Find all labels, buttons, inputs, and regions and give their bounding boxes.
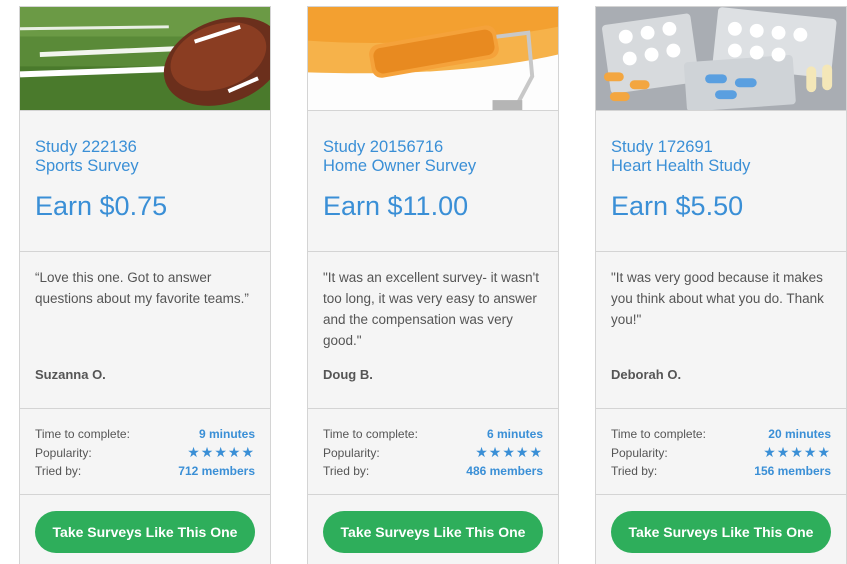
time-value: 20 minutes bbox=[768, 427, 831, 442]
earn-amount: Earn $5.50 bbox=[611, 191, 744, 221]
survey-card: Study 222136 Sports Survey Earn $0.75 “L… bbox=[19, 6, 271, 564]
study-id[interactable]: Study 20156716 bbox=[323, 138, 543, 157]
study-stats: Time to complete: 9 minutes Popularity: … bbox=[20, 409, 270, 495]
pills-image bbox=[596, 7, 846, 111]
tried-label: Tried by: bbox=[323, 464, 370, 479]
tried-value: 712 members bbox=[178, 464, 255, 479]
testimonial-quote: "It was an excellent survey- it wasn't t… bbox=[323, 270, 539, 348]
testimonial-author: Deborah O. bbox=[611, 367, 682, 382]
take-surveys-button[interactable]: Take Surveys Like This One bbox=[323, 511, 543, 553]
paint-roller-image bbox=[308, 7, 558, 111]
popularity-label: Popularity: bbox=[35, 445, 92, 460]
testimonial-quote: "It was very good because it makes you t… bbox=[611, 270, 824, 327]
study-id[interactable]: Study 172691 bbox=[611, 138, 831, 157]
tried-value: 156 members bbox=[754, 464, 831, 479]
testimonial-author: Doug B. bbox=[323, 367, 373, 382]
study-name[interactable]: Home Owner Survey bbox=[323, 157, 543, 176]
tried-value: 486 members bbox=[466, 464, 543, 479]
earn-amount: Earn $0.75 bbox=[35, 191, 168, 221]
time-value: 6 minutes bbox=[486, 427, 543, 442]
survey-card: Study 172691 Heart Health Study Earn $5.… bbox=[595, 6, 847, 564]
time-value: 9 minutes bbox=[198, 427, 255, 442]
tried-label: Tried by: bbox=[611, 464, 658, 479]
time-label: Time to complete: bbox=[323, 427, 418, 442]
star-rating-icon: ★★★★★ bbox=[475, 444, 543, 461]
star-rating-icon: ★★★★★ bbox=[187, 444, 255, 461]
testimonial-quote: “Love this one. Got to answer questions … bbox=[35, 270, 249, 306]
tried-label: Tried by: bbox=[35, 464, 82, 479]
study-name[interactable]: Heart Health Study bbox=[611, 157, 831, 176]
survey-card: Study 20156716 Home Owner Survey Earn $1… bbox=[307, 6, 559, 564]
time-label: Time to complete: bbox=[35, 427, 130, 442]
study-name[interactable]: Sports Survey bbox=[35, 157, 255, 176]
star-rating-icon: ★★★★★ bbox=[763, 444, 831, 461]
take-surveys-button[interactable]: Take Surveys Like This One bbox=[35, 511, 255, 553]
time-label: Time to complete: bbox=[611, 427, 706, 442]
earn-amount: Earn $11.00 bbox=[323, 191, 469, 221]
popularity-label: Popularity: bbox=[323, 445, 380, 460]
popularity-label: Popularity: bbox=[611, 445, 668, 460]
study-id[interactable]: Study 222136 bbox=[35, 138, 255, 157]
study-stats: Time to complete: 20 minutes Popularity:… bbox=[596, 409, 846, 495]
testimonial-author: Suzanna O. bbox=[35, 367, 106, 382]
study-stats: Time to complete: 6 minutes Popularity: … bbox=[308, 409, 558, 495]
football-image bbox=[20, 7, 270, 111]
take-surveys-button[interactable]: Take Surveys Like This One bbox=[611, 511, 831, 553]
